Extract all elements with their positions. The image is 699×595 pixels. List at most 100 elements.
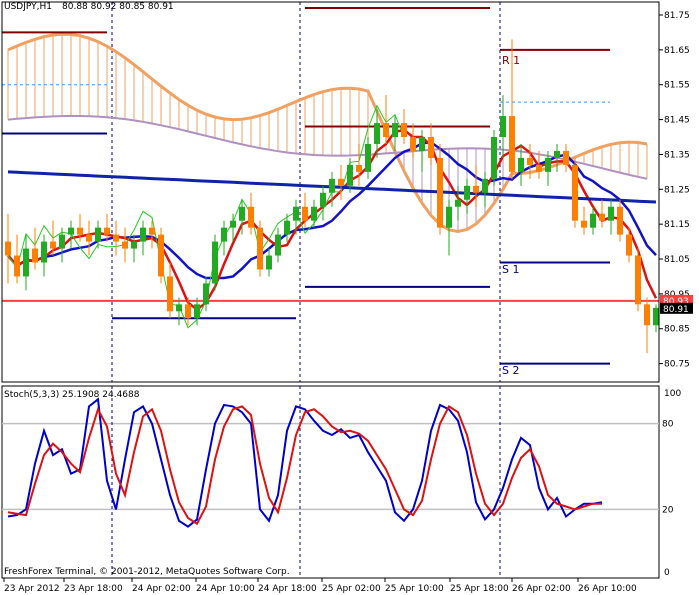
candle-body — [77, 227, 83, 235]
price-tick-label: 80.85 — [664, 325, 690, 335]
candle-body — [626, 234, 632, 256]
candle-body — [410, 137, 416, 151]
stochastic-label: Stoch(5,3,3) 25.1908 24.4688 — [4, 390, 140, 400]
candle-body — [572, 164, 578, 221]
candle-body — [257, 227, 263, 270]
candle-body — [599, 213, 605, 221]
time-tick-label: 25 Apr 10:00 — [385, 584, 444, 594]
price-tick-label: 81.65 — [664, 46, 690, 56]
chart-header-symbol: USDJPY,H1 — [4, 2, 52, 12]
pivot-label: S 2 — [502, 364, 519, 377]
candle-body — [41, 241, 47, 263]
time-tick-label: 24 Apr 10:00 — [196, 584, 255, 594]
candle-body — [464, 185, 470, 200]
candle-body — [590, 213, 596, 228]
candle-body — [23, 248, 29, 277]
candle-body — [284, 220, 290, 235]
candle-body — [329, 178, 335, 193]
candle-body — [149, 227, 155, 235]
candle-body — [554, 150, 560, 158]
time-tick-label: 26 Apr 10:00 — [578, 584, 637, 594]
candle-body — [266, 255, 272, 270]
candle-body — [302, 206, 308, 221]
candle-body — [383, 123, 389, 138]
candle-body — [68, 227, 74, 235]
candle-body — [608, 206, 614, 221]
candle-body — [518, 157, 524, 172]
candle-body — [428, 137, 434, 158]
candle-body — [509, 116, 515, 172]
candle-body — [653, 307, 659, 326]
candle-body — [32, 248, 38, 263]
stochastic-level-label: 80 — [662, 420, 674, 430]
time-tick-label: 24 Apr 18:00 — [258, 584, 317, 594]
candle-body — [140, 227, 146, 242]
time-tick-label: 23 Apr 18:00 — [64, 584, 123, 594]
candle-body — [311, 206, 317, 221]
chart-canvas: 81.75 81.65 81.55 81.45 81.35 81.25 81.15 81.05… — [0, 0, 699, 595]
candle-body — [527, 157, 533, 165]
candle-body — [644, 304, 650, 326]
candle-body — [320, 192, 326, 207]
candle-body — [86, 234, 92, 242]
candle-body — [212, 241, 218, 284]
price-tags: 80.9380.91 — [660, 294, 693, 315]
candle-body — [194, 304, 200, 319]
pivot-label: S 1 — [502, 263, 519, 276]
time-tick-label: 25 Apr 02:00 — [322, 584, 381, 594]
candle-body — [392, 123, 398, 138]
time-tick-label: 23 Apr 2012 — [4, 584, 60, 594]
candle-body — [581, 220, 587, 228]
footer-copyright: FreshForex Terminal, © 2001-2012, MetaQu… — [4, 567, 290, 577]
candle-body — [104, 227, 110, 235]
candle-body — [491, 137, 497, 179]
candle-body — [437, 157, 443, 228]
candle-body — [401, 123, 407, 138]
candle-body — [446, 206, 452, 228]
time-tick-label: 26 Apr 02:00 — [512, 584, 571, 594]
candle-body — [356, 164, 362, 172]
candle-body — [248, 206, 254, 228]
candle-body — [617, 206, 623, 235]
candle-body — [203, 283, 209, 305]
candle-body — [50, 241, 56, 249]
candle-body — [113, 234, 119, 242]
price-tick-label: 81.15 — [664, 220, 690, 230]
pivot-label: R 1 — [502, 54, 520, 67]
candle-body — [500, 116, 506, 138]
candle-body — [482, 178, 488, 193]
candle-body — [230, 220, 236, 228]
time-tick-label: 25 Apr 18:00 — [450, 584, 509, 594]
price-tick-label: 81.75 — [664, 11, 690, 21]
candle-body — [455, 199, 461, 207]
candle-body — [239, 206, 245, 221]
candle-body — [185, 304, 191, 319]
candle-body — [536, 164, 542, 172]
price-tick-label: 81.35 — [664, 150, 690, 160]
candle-body — [545, 157, 551, 172]
candle-body — [167, 276, 173, 312]
candle-body — [14, 255, 20, 277]
candle-body — [5, 241, 11, 256]
candle-body — [131, 241, 137, 249]
candle-body — [419, 137, 425, 151]
time-tick-label: 24 Apr 02:00 — [132, 584, 191, 594]
stochastic-scale-100: 100 — [664, 389, 681, 399]
candle-body — [365, 143, 371, 172]
price-tick-label: 81.05 — [664, 255, 690, 265]
candle-body — [635, 255, 641, 305]
candle-body — [563, 150, 569, 165]
candle-body — [95, 227, 101, 242]
price-tick-label: 81.55 — [664, 81, 690, 91]
stochastic-level-label: 20 — [662, 505, 674, 515]
current-price-tag-label: 80.91 — [663, 305, 689, 315]
candle-body — [275, 234, 281, 256]
candle-body — [473, 185, 479, 193]
stochastic-scale-0: 0 — [664, 568, 670, 578]
chart-header-ohlc: 80.88 80.92 80.85 80.91 — [62, 2, 174, 12]
candle-body — [122, 241, 128, 249]
price-tick-label: 80.75 — [664, 360, 690, 370]
candle-body — [158, 234, 164, 277]
price-tick-label: 81.25 — [664, 185, 690, 195]
candle-body — [374, 123, 380, 144]
